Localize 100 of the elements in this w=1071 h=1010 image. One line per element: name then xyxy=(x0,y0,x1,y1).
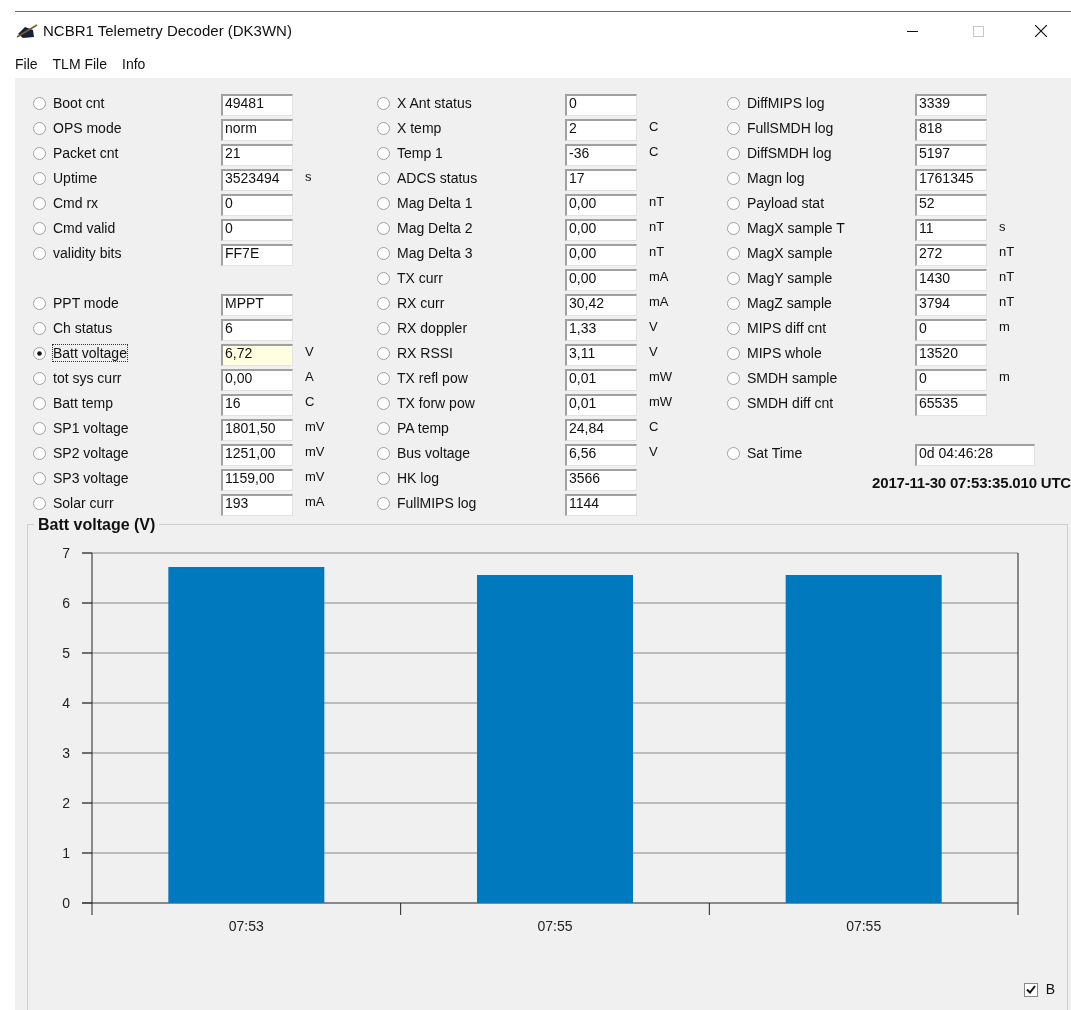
radio-button[interactable] xyxy=(33,472,46,485)
radio-button[interactable] xyxy=(727,222,740,235)
radio-button[interactable] xyxy=(727,197,740,210)
value-field[interactable]: 0,00 xyxy=(565,244,637,266)
menu-item[interactable]: Info xyxy=(122,53,146,75)
value-field[interactable]: 6,56 xyxy=(565,444,637,466)
radio-button[interactable] xyxy=(727,297,740,310)
radio-button[interactable] xyxy=(727,322,740,335)
radio-button[interactable] xyxy=(33,347,46,360)
value-field[interactable]: 6,72 xyxy=(221,344,293,366)
value-field[interactable]: 3794 xyxy=(915,294,987,316)
radio-button[interactable] xyxy=(33,322,46,335)
radio-button[interactable] xyxy=(377,397,390,410)
radio-button[interactable] xyxy=(377,172,390,185)
radio-button[interactable] xyxy=(727,147,740,160)
value-field[interactable]: 24,84 xyxy=(565,419,637,441)
radio-button[interactable] xyxy=(727,347,740,360)
radio-button[interactable] xyxy=(33,97,46,110)
radio-button[interactable] xyxy=(727,372,740,385)
value-field[interactable]: 52 xyxy=(915,194,987,216)
value-field[interactable]: 3,11 xyxy=(565,344,637,366)
value-field[interactable]: 1761345 xyxy=(915,169,987,191)
radio-button[interactable] xyxy=(377,372,390,385)
value-field[interactable]: 30,42 xyxy=(565,294,637,316)
value-field[interactable]: 0,00 xyxy=(565,219,637,241)
radio-button[interactable] xyxy=(377,122,390,135)
value-field[interactable]: 1801,50 xyxy=(221,419,293,441)
radio-button[interactable] xyxy=(377,222,390,235)
value-field[interactable]: 0 xyxy=(915,369,987,391)
unit-label: mA xyxy=(649,267,669,286)
value-field[interactable]: 21 xyxy=(221,144,293,166)
value-field[interactable]: 13520 xyxy=(915,344,987,366)
value-field[interactable]: FF7E xyxy=(221,244,293,266)
value-field[interactable]: 0d 04:46:28 xyxy=(915,444,1035,466)
radio-button[interactable] xyxy=(33,422,46,435)
value-field[interactable]: 16 xyxy=(221,394,293,416)
radio-button[interactable] xyxy=(377,247,390,260)
radio-button[interactable] xyxy=(33,122,46,135)
value-field[interactable]: 3566 xyxy=(565,469,637,491)
radio-button[interactable] xyxy=(33,372,46,385)
radio-button[interactable] xyxy=(33,222,46,235)
value-field[interactable]: 6 xyxy=(221,319,293,341)
value-field[interactable]: 5197 xyxy=(915,144,987,166)
radio-button[interactable] xyxy=(377,497,390,510)
radio-button[interactable] xyxy=(33,197,46,210)
value-field[interactable]: 1430 xyxy=(915,269,987,291)
radio-button[interactable] xyxy=(377,322,390,335)
radio-button[interactable] xyxy=(377,297,390,310)
radio-button[interactable] xyxy=(377,97,390,110)
menu-item[interactable]: TLM File xyxy=(52,53,107,75)
value-field[interactable]: 3523494 xyxy=(221,169,293,191)
value-field[interactable]: 1159,00 xyxy=(221,469,293,491)
value-field[interactable]: norm xyxy=(221,119,293,141)
value-field[interactable]: 0,00 xyxy=(565,194,637,216)
radio-button[interactable] xyxy=(33,397,46,410)
radio-button[interactable] xyxy=(377,472,390,485)
checkbox[interactable] xyxy=(1023,982,1038,997)
value-field[interactable]: 11 xyxy=(915,219,987,241)
menu-item[interactable]: File xyxy=(15,53,38,75)
radio-button[interactable] xyxy=(377,272,390,285)
value-field[interactable]: 193 xyxy=(221,494,293,516)
value-field[interactable]: 0 xyxy=(565,94,637,116)
value-field[interactable]: 272 xyxy=(915,244,987,266)
radio-button[interactable] xyxy=(377,422,390,435)
radio-button[interactable] xyxy=(33,447,46,460)
value-field[interactable]: 0,00 xyxy=(565,269,637,291)
radio-button[interactable] xyxy=(727,397,740,410)
radio-button[interactable] xyxy=(377,447,390,460)
value-field[interactable]: 1,33 xyxy=(565,319,637,341)
radio-button[interactable] xyxy=(727,272,740,285)
value-field[interactable]: MPPT xyxy=(221,294,293,316)
value-field[interactable]: 0,01 xyxy=(565,394,637,416)
radio-button[interactable] xyxy=(727,447,740,460)
radio-button[interactable] xyxy=(33,297,46,310)
radio-button[interactable] xyxy=(377,347,390,360)
value-field[interactable]: 0 xyxy=(221,219,293,241)
value-field[interactable]: 818 xyxy=(915,119,987,141)
value-field[interactable]: 0 xyxy=(221,194,293,216)
check-icon xyxy=(1025,985,1036,994)
radio-button[interactable] xyxy=(33,247,46,260)
value-field[interactable]: 1144 xyxy=(565,494,637,516)
radio-button[interactable] xyxy=(727,97,740,110)
radio-button[interactable] xyxy=(377,147,390,160)
value-field[interactable]: 0,01 xyxy=(565,369,637,391)
value-field[interactable]: 3339 xyxy=(915,94,987,116)
radio-button[interactable] xyxy=(33,172,46,185)
value-field[interactable]: 49481 xyxy=(221,94,293,116)
radio-button[interactable] xyxy=(727,122,740,135)
value-field[interactable]: -36 xyxy=(565,144,637,166)
radio-button[interactable] xyxy=(33,497,46,510)
radio-button[interactable] xyxy=(727,172,740,185)
value-field[interactable]: 17 xyxy=(565,169,637,191)
value-field[interactable]: 0,00 xyxy=(221,369,293,391)
value-field[interactable]: 0 xyxy=(915,319,987,341)
radio-button[interactable] xyxy=(727,247,740,260)
radio-button[interactable] xyxy=(33,147,46,160)
value-field[interactable]: 65535 xyxy=(915,394,987,416)
value-field[interactable]: 2 xyxy=(565,119,637,141)
radio-button[interactable] xyxy=(377,197,390,210)
value-field[interactable]: 1251,00 xyxy=(221,444,293,466)
